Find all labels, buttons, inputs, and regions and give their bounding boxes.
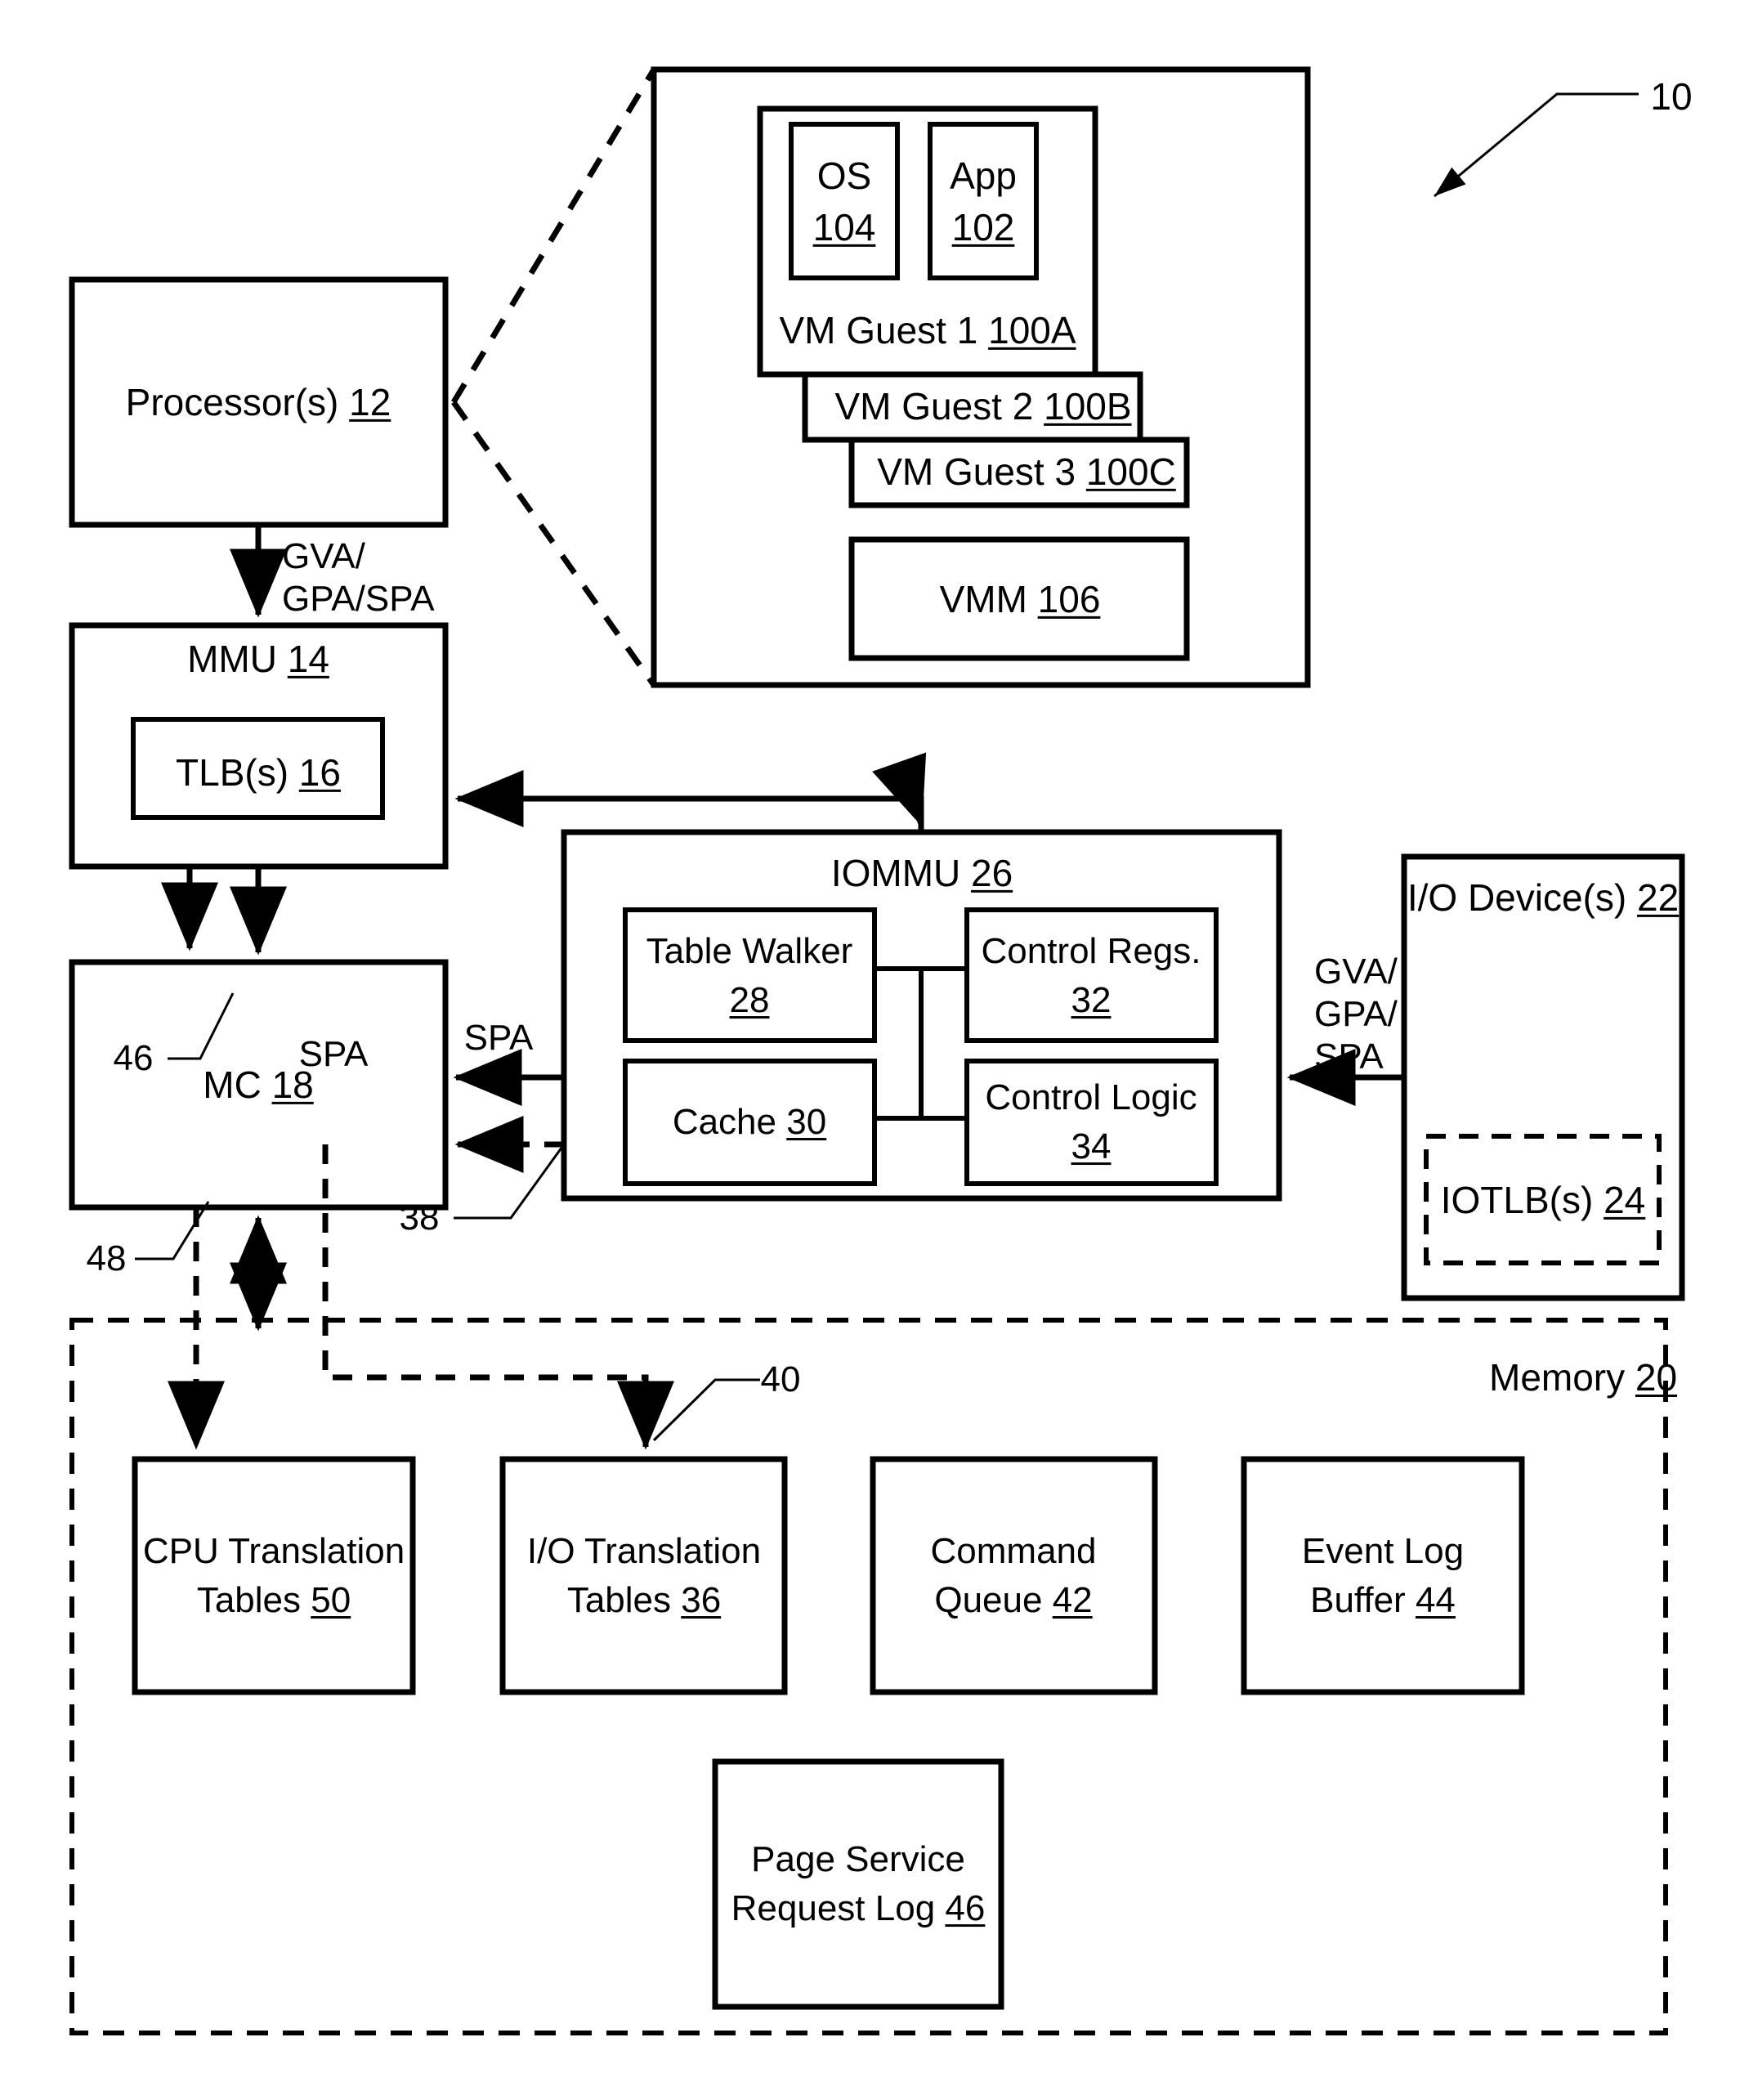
io-devices-ref: 22 <box>1636 875 1680 919</box>
cache-ref: 30 <box>786 1102 827 1143</box>
mmu-ref: 14 <box>287 637 329 680</box>
control-regs-ref: 32 <box>1071 980 1112 1021</box>
os-ref: 104 <box>812 205 876 249</box>
event-log-buffer-label: Event Log <box>1301 1531 1465 1572</box>
leader-line-40 <box>652 1378 760 1442</box>
cpu-translation-tables-line2: Tables 50 <box>196 1580 351 1621</box>
cpu-translation-tables-box <box>132 1456 416 1695</box>
dashed-path-40 <box>322 1144 674 1450</box>
iommu-label: IOMMU 26 <box>830 851 1013 894</box>
cache-label: Cache 30 <box>672 1102 827 1143</box>
memory-label: Memory 20 <box>1489 1356 1678 1399</box>
memory-ref: 20 <box>1635 1356 1678 1399</box>
page-service-request-log-line2: Request Log 46 <box>731 1888 986 1929</box>
ref-46-label: 46 <box>113 1038 154 1079</box>
expansion-leader-lower <box>451 400 656 687</box>
io-translation-tables-ref: 36 <box>681 1580 722 1621</box>
expansion-leader-upper <box>451 68 656 404</box>
tlb-label: TLB(s) 16 <box>176 750 341 794</box>
figure-reference-numeral: 10 <box>1650 74 1693 118</box>
mc-label: MC 18 <box>203 1063 314 1106</box>
io-devices-label: I/O Device(s) 22 <box>1407 875 1680 919</box>
event-log-buffer-line2: Buffer 44 <box>1310 1580 1456 1621</box>
io-translation-tables-label: I/O Translation <box>526 1531 762 1572</box>
processor-ref: 12 <box>349 380 391 423</box>
event-log-buffer-box <box>1241 1456 1525 1695</box>
iotlb-ref: 24 <box>1604 1178 1646 1221</box>
leader-line-46 <box>168 992 235 1060</box>
iommu-internal-bus <box>874 966 967 1121</box>
page-service-request-log-box <box>712 1758 1004 2010</box>
tlb-ref: 16 <box>298 750 341 794</box>
arrow-iommu-to-tlb <box>454 770 924 832</box>
vm-guest-2-label: VM Guest 2 100B <box>834 384 1132 428</box>
page-service-request-log-label: Page Service <box>751 1839 965 1880</box>
processor-label: Processor(s) 12 <box>125 380 391 423</box>
ref-40-label: 40 <box>760 1359 801 1400</box>
mc-ref: 18 <box>271 1063 314 1106</box>
mmu-label: MMU 14 <box>187 637 329 680</box>
os-label: OS <box>816 154 872 197</box>
app-box <box>928 122 1039 280</box>
iotlb-label: IOTLB(s) 24 <box>1440 1178 1646 1221</box>
app-ref: 102 <box>951 205 1015 249</box>
control-logic-ref: 34 <box>1071 1126 1112 1167</box>
leader-line-38 <box>454 1144 566 1220</box>
io-devices-box <box>1401 853 1685 1301</box>
patent-figure: 10 Processor(s) 12 OS 104 App 102 VM Gue… <box>0 0 1749 2100</box>
cpu-translation-tables-label: CPU Translation <box>142 1531 405 1572</box>
vm-guest-2-ref: 100B <box>1044 384 1132 428</box>
vm-guest-3-label: VM Guest 3 100C <box>877 450 1176 493</box>
vm-guest-3-ref: 100C <box>1085 450 1176 493</box>
control-logic-label: Control Logic <box>985 1077 1197 1118</box>
io-to-iommu-edge-label: GVA/GPA/SPA <box>1314 951 1398 1077</box>
command-queue-ref: 42 <box>1052 1580 1093 1621</box>
vmm-label: VMM 106 <box>939 577 1101 620</box>
vm-guest-1-ref: 100A <box>988 308 1076 351</box>
ref-48-label: 48 <box>86 1238 127 1279</box>
event-log-buffer-ref: 44 <box>1415 1580 1456 1621</box>
iommu-to-mc-spa-label: SPA <box>463 1018 534 1059</box>
command-queue-label: Command <box>930 1531 1097 1572</box>
io-translation-tables-box <box>499 1456 788 1695</box>
ref-38-label: 38 <box>399 1198 440 1238</box>
control-regs-label: Control Regs. <box>981 931 1201 972</box>
app-label: App <box>950 154 1017 197</box>
command-queue-line2: Queue 42 <box>934 1580 1093 1621</box>
command-queue-box <box>870 1456 1158 1695</box>
page-service-request-log-ref: 46 <box>945 1888 986 1929</box>
proc-to-mmu-edge-label: GVA/GPA/SPA <box>282 536 435 619</box>
vm-guest-1-label: VM Guest 1 100A <box>779 308 1076 351</box>
table-walker-ref: 28 <box>729 980 770 1021</box>
io-translation-tables-line2: Tables 36 <box>566 1580 722 1621</box>
cpu-translation-tables-ref: 50 <box>311 1580 351 1621</box>
os-box <box>789 122 900 280</box>
table-walker-label: Table Walker <box>646 931 853 972</box>
leader-line-10 <box>1434 92 1639 198</box>
iommu-ref: 26 <box>971 851 1013 894</box>
vmm-ref: 106 <box>1037 577 1101 620</box>
